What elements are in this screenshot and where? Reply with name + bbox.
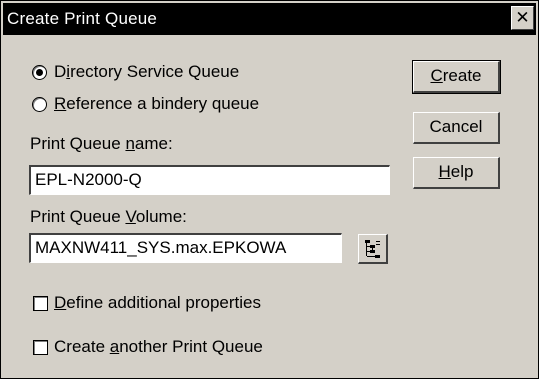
cancel-button[interactable]: Cancel (413, 112, 500, 144)
create-print-queue-dialog: Create Print Queue ✕ Directory Service Q… (0, 0, 539, 379)
radio-directory-service-queue[interactable] (32, 65, 47, 80)
queue-name-label: Print Queue name: (30, 134, 173, 153)
radio-reference-bindery-queue-label[interactable]: Reference a bindery queue (54, 94, 259, 114)
queue-volume-input[interactable]: MAXNW411_SYS.max.EPKOWA (29, 233, 342, 263)
queue-name-input[interactable]: EPL-N2000-Q (29, 165, 390, 195)
define-additional-properties-label[interactable]: Define additional properties (54, 293, 261, 313)
define-additional-properties-checkbox[interactable] (33, 296, 48, 311)
create-another-queue-label[interactable]: Create another Print Queue (54, 337, 263, 357)
create-button[interactable]: Create (412, 60, 501, 94)
create-another-queue-checkbox[interactable] (33, 340, 48, 355)
title-bar: Create Print Queue ✕ (3, 3, 536, 35)
help-button[interactable]: Help (413, 157, 500, 189)
radio-reference-bindery-queue[interactable] (32, 97, 47, 112)
radio-selected-dot (36, 69, 43, 76)
close-button[interactable]: ✕ (511, 6, 534, 30)
window-title: Create Print Queue (7, 9, 158, 28)
browse-volume-button[interactable] (358, 234, 388, 264)
queue-volume-label: Print Queue Volume: (30, 207, 187, 226)
close-icon: ✕ (515, 8, 530, 27)
radio-directory-service-queue-label[interactable]: Directory Service Queue (54, 62, 239, 82)
tree-browse-icon (365, 240, 380, 258)
